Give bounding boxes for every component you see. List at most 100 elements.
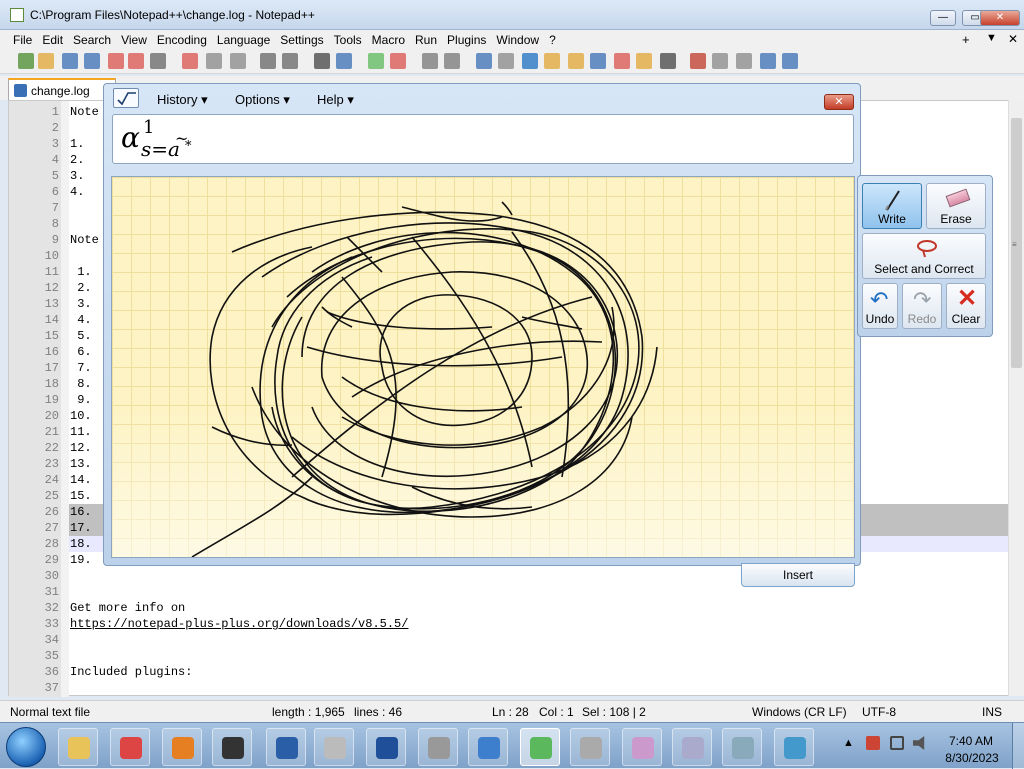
taskbar-chrome-icon[interactable] <box>110 728 150 766</box>
udl-icon[interactable] <box>544 53 560 69</box>
code-line[interactable]: 8. <box>70 377 91 391</box>
close-icon[interactable] <box>108 53 124 69</box>
new-file-icon[interactable] <box>18 53 34 69</box>
zoom-in-icon[interactable] <box>368 53 384 69</box>
select-and-correct-button[interactable]: Select and Correct <box>862 233 986 279</box>
menu-item-macro[interactable]: Macro <box>367 30 410 50</box>
options-menu[interactable]: Options ▾ <box>235 92 290 108</box>
close-button[interactable]: ✕ <box>980 10 1020 26</box>
history-menu[interactable]: History ▾ <box>157 92 208 108</box>
vertical-scrollbar[interactable]: ≡ <box>1008 100 1024 696</box>
run-macro-icon[interactable] <box>760 53 776 69</box>
taskbar-powershell-icon[interactable] <box>366 728 406 766</box>
taskbar-7zip-icon[interactable] <box>212 728 252 766</box>
code-line[interactable]: 18. <box>70 537 92 551</box>
clear-button[interactable]: ✕ Clear <box>946 283 986 329</box>
insert-button[interactable]: Insert <box>741 563 855 587</box>
doc-map-icon[interactable] <box>568 53 584 69</box>
code-line[interactable]: 2. <box>70 153 84 167</box>
zoom-out-icon[interactable] <box>390 53 406 69</box>
menu-item-tools[interactable]: Tools <box>329 30 367 50</box>
show-desktop-button[interactable] <box>1012 723 1024 769</box>
download-link[interactable]: https://notepad-plus-plus.org/downloads/… <box>70 617 408 631</box>
close-all-icon[interactable] <box>128 53 144 69</box>
menu-item-window[interactable]: Window <box>491 30 544 50</box>
find-icon[interactable] <box>314 53 330 69</box>
stop-macro-icon[interactable] <box>712 53 728 69</box>
play-macro-icon[interactable] <box>736 53 752 69</box>
code-line[interactable]: 10. <box>70 409 92 423</box>
code-line[interactable]: Note <box>70 233 99 247</box>
save-macro-icon[interactable] <box>782 53 798 69</box>
menu-dropdown-icon[interactable]: ▼ <box>986 32 997 44</box>
code-line[interactable]: 6. <box>70 345 91 359</box>
indent-guide-icon[interactable] <box>522 53 538 69</box>
cut-icon[interactable] <box>182 53 198 69</box>
code-line[interactable]: 3. <box>70 169 84 183</box>
sync-vertical-icon[interactable] <box>422 53 438 69</box>
tab-change-log[interactable]: change.log <box>8 78 116 100</box>
code-line[interactable]: 4. <box>70 185 84 199</box>
menu-item-plugins[interactable]: Plugins <box>442 30 491 50</box>
writing-area[interactable] <box>111 176 855 558</box>
code-line[interactable]: 7. <box>70 361 91 375</box>
clock-time[interactable]: 7:40 AM <box>946 734 996 748</box>
code-line[interactable]: 13. <box>70 457 92 471</box>
code-line[interactable]: 14. <box>70 473 92 487</box>
record-macro-icon[interactable] <box>690 53 706 69</box>
code-line[interactable]: 1. <box>70 265 91 279</box>
menu-add-icon[interactable]: + <box>962 32 970 47</box>
menu-item-file[interactable]: File <box>8 30 37 50</box>
network-icon[interactable] <box>890 736 904 750</box>
menu-item-help[interactable]: ? <box>544 30 561 50</box>
monitoring-icon[interactable] <box>660 53 676 69</box>
redo-button[interactable]: ↷ Redo <box>902 283 942 329</box>
sync-horizontal-icon[interactable] <box>444 53 460 69</box>
replace-icon[interactable] <box>336 53 352 69</box>
menu-item-language[interactable]: Language <box>212 30 275 50</box>
save-all-icon[interactable] <box>84 53 100 69</box>
help-menu[interactable]: Help ▾ <box>317 92 354 108</box>
taskbar-control-panel-icon[interactable] <box>468 728 508 766</box>
action-center-icon[interactable] <box>866 736 880 750</box>
write-button[interactable]: Write <box>862 183 922 229</box>
taskbar-calculator-icon[interactable] <box>314 728 354 766</box>
code-line[interactable]: 19. <box>70 553 92 567</box>
undo-icon[interactable] <box>260 53 276 69</box>
code-line[interactable]: Included plugins: <box>70 665 192 679</box>
redo-icon[interactable] <box>282 53 298 69</box>
taskbar-notepad-icon[interactable] <box>722 728 762 766</box>
code-line[interactable]: 16. <box>70 505 92 519</box>
code-line[interactable]: 2. <box>70 281 91 295</box>
taskbar-snipping-tool-icon[interactable] <box>622 728 662 766</box>
math-preview[interactable]: α 1 s=a ~ * <box>112 114 854 164</box>
menu-item-edit[interactable]: Edit <box>37 30 68 50</box>
code-line[interactable]: Note <box>70 105 99 119</box>
math-panel-close-button[interactable]: ✕ <box>824 94 854 110</box>
code-line[interactable]: Get more info on <box>70 601 185 615</box>
taskbar-clipboard-icon[interactable] <box>672 728 712 766</box>
menu-item-encoding[interactable]: Encoding <box>152 30 212 50</box>
paste-icon[interactable] <box>230 53 246 69</box>
code-line[interactable]: 11. <box>70 425 92 439</box>
taskbar-remote-desktop-icon[interactable] <box>266 728 306 766</box>
clock-date[interactable]: 8/30/2023 <box>940 751 1004 765</box>
undo-button[interactable]: ↶ Undo <box>862 283 898 329</box>
code-line[interactable]: 9. <box>70 393 91 407</box>
taskbar-send-icon[interactable] <box>774 728 814 766</box>
menu-close-icon[interactable]: ✕ <box>1008 32 1018 46</box>
taskbar-notepadpp-icon[interactable] <box>520 728 560 766</box>
menu-item-view[interactable]: View <box>116 30 152 50</box>
code-line[interactable]: 12. <box>70 441 92 455</box>
show-hidden-icons[interactable]: ▲ <box>843 737 854 749</box>
code-line[interactable]: 17. <box>70 521 92 535</box>
code-line[interactable]: 3. <box>70 297 91 311</box>
open-file-icon[interactable] <box>38 53 54 69</box>
volume-muted-icon[interactable] <box>913 736 925 750</box>
code-line[interactable]: 15. <box>70 489 92 503</box>
code-line[interactable]: 5. <box>70 329 91 343</box>
taskbar-explorer-icon[interactable] <box>58 728 98 766</box>
menu-item-run[interactable]: Run <box>410 30 442 50</box>
code-line[interactable]: 1. <box>70 137 84 151</box>
word-wrap-icon[interactable] <box>476 53 492 69</box>
